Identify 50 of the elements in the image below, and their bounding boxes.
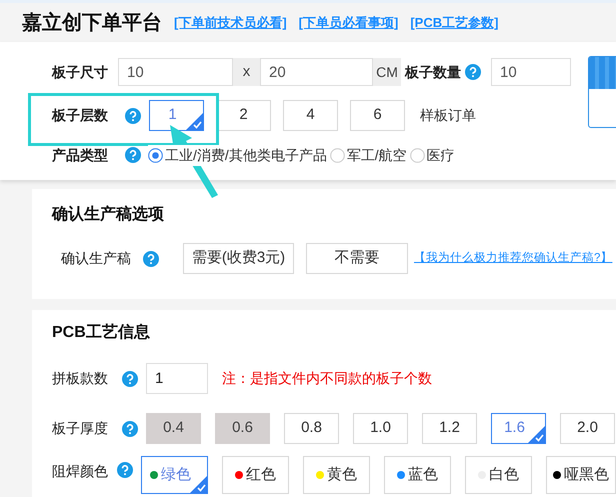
unit-label: CM <box>373 58 401 86</box>
layer-option[interactable]: 2 <box>216 100 271 131</box>
field-label: 板子厚度 <box>52 419 109 438</box>
section-title: PCB工艺信息 <box>52 322 151 343</box>
help-icon <box>465 64 481 80</box>
page-title: 嘉立创下单平台 <box>22 10 162 36</box>
section-title: 确认生产稿选项 <box>52 204 165 225</box>
field-label: 确认生产稿 <box>61 249 132 268</box>
thickness-option[interactable]: 1.2 <box>422 413 477 444</box>
note-text: 样板订单 <box>420 106 476 125</box>
help-icon <box>125 108 141 124</box>
note-text: 注：是指文件内不同款的板子个数 <box>222 369 432 388</box>
layer-option[interactable]: 6 <box>350 100 405 131</box>
check-icon <box>190 476 207 493</box>
field-label: 板子数量 <box>405 62 461 82</box>
help-icon <box>143 250 159 266</box>
color-option[interactable]: 蓝色 <box>384 456 451 494</box>
color-option[interactable]: 黄色 <box>303 456 370 494</box>
field-label: 产品类型 <box>52 146 109 164</box>
choice-option[interactable]: 不需要 <box>306 243 408 274</box>
radio-icon[interactable] <box>148 148 163 162</box>
field-label: 板子尺寸 <box>52 62 109 82</box>
field-label: 板子层数 <box>52 106 109 125</box>
help-icon <box>122 420 138 436</box>
quantity-field[interactable]: 10 <box>491 58 571 86</box>
field-label: 阻焊颜色 <box>52 462 109 481</box>
radio-option[interactable]: 工业/消费/其他类电子产品 <box>148 144 327 166</box>
help-icon <box>125 147 141 163</box>
thickness-option[interactable]: 0.8 <box>284 413 339 444</box>
color-option[interactable]: 哑黑色 <box>546 456 616 494</box>
color-option[interactable]: 白色 <box>465 456 532 494</box>
thickness-option[interactable]: 2.0 <box>560 413 615 444</box>
help-icon <box>117 462 133 478</box>
check-icon <box>186 113 203 130</box>
color-option[interactable]: 红色 <box>222 456 289 494</box>
thickness-option[interactable]: 1.6 <box>491 413 546 444</box>
panel-count-field[interactable]: 1 <box>146 363 208 394</box>
height-field[interactable]: 20 <box>260 58 373 86</box>
check-icon <box>528 426 545 443</box>
choice-option[interactable]: 需要(收费3元) <box>183 243 294 274</box>
layer-option[interactable]: 1 <box>149 100 204 131</box>
field-label: 拼板款数 <box>52 369 109 388</box>
radio-icon[interactable] <box>330 148 345 162</box>
separator-label: x <box>233 58 260 86</box>
thickness-option[interactable]: 1.0 <box>353 413 408 444</box>
radio-icon[interactable] <box>410 148 425 162</box>
help-icon <box>122 370 138 386</box>
color-option[interactable]: 绿色 <box>141 456 208 494</box>
width-field[interactable]: 10 <box>118 58 233 86</box>
layer-option[interactable]: 4 <box>283 100 338 131</box>
